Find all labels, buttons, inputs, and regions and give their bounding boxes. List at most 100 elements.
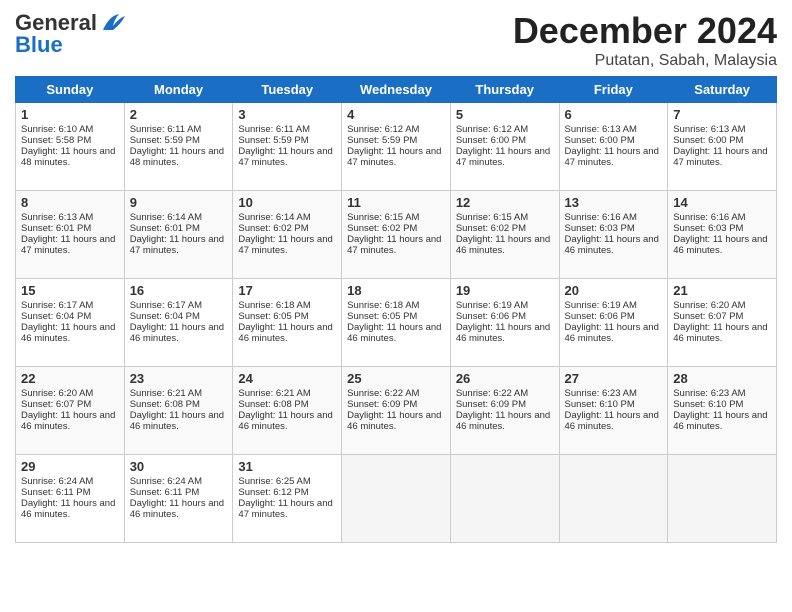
day-number: 27: [565, 371, 663, 386]
sunrise-text: Sunrise: 6:22 AM: [347, 388, 419, 399]
logo-blue: Blue: [15, 32, 63, 58]
day-number: 2: [130, 107, 228, 122]
calendar-cell: 10Sunrise: 6:14 AMSunset: 6:02 PMDayligh…: [233, 191, 342, 279]
calendar-cell: 22Sunrise: 6:20 AMSunset: 6:07 PMDayligh…: [16, 367, 125, 455]
daylight-text: Daylight: 11 hours and 47 minutes.: [238, 146, 332, 168]
calendar-cell: 19Sunrise: 6:19 AMSunset: 6:06 PMDayligh…: [450, 279, 559, 367]
daylight-text: Daylight: 11 hours and 46 minutes.: [673, 322, 767, 344]
daylight-text: Daylight: 11 hours and 46 minutes.: [21, 322, 115, 344]
sunrise-text: Sunrise: 6:24 AM: [130, 476, 202, 487]
sunset-text: Sunset: 5:58 PM: [21, 135, 91, 146]
day-number: 16: [130, 283, 228, 298]
daylight-text: Daylight: 11 hours and 47 minutes.: [21, 234, 115, 256]
daylight-text: Daylight: 11 hours and 46 minutes.: [130, 498, 224, 520]
sunrise-text: Sunrise: 6:13 AM: [21, 212, 93, 223]
calendar-cell: 6Sunrise: 6:13 AMSunset: 6:00 PMDaylight…: [559, 103, 668, 191]
sunset-text: Sunset: 5:59 PM: [238, 135, 308, 146]
sunrise-text: Sunrise: 6:14 AM: [130, 212, 202, 223]
daylight-text: Daylight: 11 hours and 47 minutes.: [238, 498, 332, 520]
sunrise-text: Sunrise: 6:11 AM: [130, 124, 202, 135]
day-number: 30: [130, 459, 228, 474]
calendar-cell: 5Sunrise: 6:12 AMSunset: 6:00 PMDaylight…: [450, 103, 559, 191]
daylight-text: Daylight: 11 hours and 46 minutes.: [456, 234, 550, 256]
sunrise-text: Sunrise: 6:11 AM: [238, 124, 310, 135]
calendar-cell: 13Sunrise: 6:16 AMSunset: 6:03 PMDayligh…: [559, 191, 668, 279]
calendar-table: Sunday Monday Tuesday Wednesday Thursday…: [15, 76, 777, 543]
day-number: 24: [238, 371, 336, 386]
daylight-text: Daylight: 11 hours and 47 minutes.: [347, 146, 441, 168]
day-number: 12: [456, 195, 554, 210]
daylight-text: Daylight: 11 hours and 47 minutes.: [456, 146, 550, 168]
calendar-cell: 27Sunrise: 6:23 AMSunset: 6:10 PMDayligh…: [559, 367, 668, 455]
col-friday: Friday: [559, 77, 668, 103]
calendar-cell: 26Sunrise: 6:22 AMSunset: 6:09 PMDayligh…: [450, 367, 559, 455]
calendar-cell: 3 Sunrise: 6:11 AMSunset: 5:59 PMDaylight…: [233, 103, 342, 191]
day-number: 28: [673, 371, 771, 386]
sunrise-text: Sunrise: 6:14 AM: [238, 212, 310, 223]
calendar-cell: 16Sunrise: 6:17 AMSunset: 6:04 PMDayligh…: [124, 279, 233, 367]
daylight-text: Daylight: 11 hours and 48 minutes.: [130, 146, 224, 168]
sunrise-text: Sunrise: 6:15 AM: [347, 212, 419, 223]
calendar-cell: 2Sunrise: 6:11 AMSunset: 5:59 PMDaylight…: [124, 103, 233, 191]
sunrise-text: Sunrise: 6:17 AM: [21, 300, 93, 311]
calendar-cell: 21Sunrise: 6:20 AMSunset: 6:07 PMDayligh…: [668, 279, 777, 367]
calendar-cell: [450, 455, 559, 543]
calendar-cell: 8Sunrise: 6:13 AMSunset: 6:01 PMDaylight…: [16, 191, 125, 279]
daylight-text: Daylight: 11 hours and 46 minutes.: [347, 410, 441, 432]
sunset-text: Sunset: 6:00 PM: [456, 135, 526, 146]
sunset-text: Sunset: 6:02 PM: [456, 223, 526, 234]
calendar-cell: 15Sunrise: 6:17 AMSunset: 6:04 PMDayligh…: [16, 279, 125, 367]
sunset-text: Sunset: 6:02 PM: [238, 223, 308, 234]
calendar-week-row: 8Sunrise: 6:13 AMSunset: 6:01 PMDaylight…: [16, 191, 777, 279]
daylight-text: Daylight: 11 hours and 46 minutes.: [456, 410, 550, 432]
sunset-text: Sunset: 6:08 PM: [238, 399, 308, 410]
day-number: 19: [456, 283, 554, 298]
sunset-text: Sunset: 6:03 PM: [565, 223, 635, 234]
col-sunday: Sunday: [16, 77, 125, 103]
daylight-text: Daylight: 11 hours and 47 minutes.: [673, 146, 767, 168]
sunset-text: Sunset: 6:11 PM: [130, 487, 200, 498]
logo: General Blue: [15, 10, 127, 58]
sunrise-text: Sunrise: 6:18 AM: [238, 300, 310, 311]
sunset-text: Sunset: 6:06 PM: [456, 311, 526, 322]
daylight-text: Daylight: 11 hours and 48 minutes.: [21, 146, 115, 168]
sunset-text: Sunset: 6:11 PM: [21, 487, 91, 498]
calendar-cell: 7 Sunrise: 6:13 AMSunset: 6:00 PMDaylight…: [668, 103, 777, 191]
calendar-cell: 17Sunrise: 6:18 AMSunset: 6:05 PMDayligh…: [233, 279, 342, 367]
daylight-text: Daylight: 11 hours and 46 minutes.: [21, 498, 115, 520]
sunset-text: Sunset: 6:00 PM: [565, 135, 635, 146]
day-number: 23: [130, 371, 228, 386]
sunrise-text: Sunrise: 6:13 AM: [673, 124, 745, 135]
sunset-text: Sunset: 6:07 PM: [21, 399, 91, 410]
day-number: 3: [238, 107, 336, 122]
calendar-cell: 11Sunrise: 6:15 AMSunset: 6:02 PMDayligh…: [342, 191, 451, 279]
sunset-text: Sunset: 6:05 PM: [238, 311, 308, 322]
day-number: 7: [673, 107, 771, 122]
sunrise-text: Sunrise: 6:15 AM: [456, 212, 528, 223]
calendar-cell: 4Sunrise: 6:12 AMSunset: 5:59 PMDaylight…: [342, 103, 451, 191]
calendar-cell: [342, 455, 451, 543]
daylight-text: Daylight: 11 hours and 46 minutes.: [565, 234, 659, 256]
calendar-week-row: 29Sunrise: 6:24 AMSunset: 6:11 PMDayligh…: [16, 455, 777, 543]
day-number: 11: [347, 195, 445, 210]
sunset-text: Sunset: 6:00 PM: [673, 135, 743, 146]
calendar-cell: [668, 455, 777, 543]
daylight-text: Daylight: 11 hours and 47 minutes.: [130, 234, 224, 256]
sunrise-text: Sunrise: 6:24 AM: [21, 476, 93, 487]
sunrise-text: Sunrise: 6:21 AM: [238, 388, 310, 399]
day-number: 22: [21, 371, 119, 386]
sunrise-text: Sunrise: 6:12 AM: [456, 124, 528, 135]
sunrise-text: Sunrise: 6:12 AM: [347, 124, 419, 135]
sunrise-text: Sunrise: 6:16 AM: [565, 212, 637, 223]
col-tuesday: Tuesday: [233, 77, 342, 103]
page-header: General Blue December 2024 Putatan, Saba…: [15, 10, 777, 70]
daylight-text: Daylight: 11 hours and 46 minutes.: [673, 410, 767, 432]
calendar-cell: 25Sunrise: 6:22 AMSunset: 6:09 PMDayligh…: [342, 367, 451, 455]
day-number: 29: [21, 459, 119, 474]
col-monday: Monday: [124, 77, 233, 103]
calendar-cell: 31Sunrise: 6:25 AMSunset: 6:12 PMDayligh…: [233, 455, 342, 543]
sunrise-text: Sunrise: 6:21 AM: [130, 388, 202, 399]
day-number: 31: [238, 459, 336, 474]
day-number: 4: [347, 107, 445, 122]
daylight-text: Daylight: 11 hours and 46 minutes.: [238, 322, 332, 344]
